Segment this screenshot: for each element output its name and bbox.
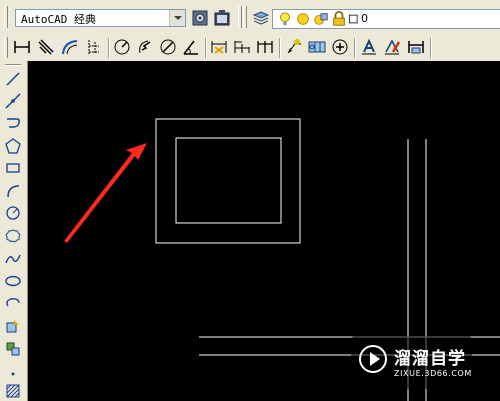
- layer-manager-icon[interactable]: [251, 8, 271, 28]
- ellipse-icon[interactable]: [3, 271, 23, 291]
- toolbar-grip[interactable]: [5, 64, 21, 66]
- continue-dimension-icon[interactable]: [255, 37, 275, 57]
- workspace-settings-icon[interactable]: [190, 8, 210, 28]
- quick-dimension-icon[interactable]: [209, 37, 229, 57]
- toolbar-separator: [205, 38, 207, 58]
- spline-icon[interactable]: [3, 249, 23, 269]
- center-mark-icon[interactable]: [330, 37, 350, 57]
- layer-freeze-sun-icon[interactable]: [295, 10, 311, 28]
- toolbar-separator: [279, 38, 281, 58]
- layer-on-bulb-icon[interactable]: [277, 10, 293, 28]
- tolerance-icon[interactable]: [307, 37, 327, 57]
- toolbar-separator: [430, 38, 432, 58]
- layer-color-icon[interactable]: [347, 10, 361, 28]
- watermark-title: 溜溜自学: [394, 349, 466, 369]
- watermark-url: ZIXUE.3D66.COM: [394, 369, 472, 378]
- layer-dropdown[interactable]: 0: [272, 9, 500, 29]
- workspace-dropdown[interactable]: AutoCAD 经典: [15, 9, 186, 27]
- watermark: 溜溜自学 ZIXUE.3D66.COM: [351, 336, 472, 389]
- jogged-radius-icon[interactable]: [135, 37, 155, 57]
- line-icon[interactable]: [3, 69, 23, 89]
- workspace-value: AutoCAD 经典: [21, 13, 96, 26]
- inner-rectangle[interactable]: [175, 137, 282, 224]
- ordinate-dimension-icon[interactable]: [84, 37, 104, 57]
- dimension-edit-icon[interactable]: [359, 37, 379, 57]
- make-block-icon[interactable]: [3, 339, 23, 359]
- chevron-down-icon[interactable]: [169, 10, 185, 26]
- radius-dimension-icon[interactable]: [112, 37, 132, 57]
- dimension-text-edit-icon[interactable]: [382, 37, 402, 57]
- toolbar-separator: [108, 38, 110, 58]
- toolbar-grip[interactable]: [243, 6, 247, 28]
- draw-toolbar: [0, 61, 28, 401]
- arc-icon[interactable]: [3, 181, 23, 201]
- play-logo-icon: [359, 345, 387, 373]
- diameter-dimension-icon[interactable]: [158, 37, 178, 57]
- toolbar-grip[interactable]: [4, 6, 8, 28]
- polygon-icon[interactable]: [3, 136, 23, 156]
- linear-dimension-icon[interactable]: [12, 37, 32, 57]
- circle-icon[interactable]: [3, 203, 23, 223]
- insert-block-icon[interactable]: [3, 316, 23, 336]
- layer-name: 0: [361, 12, 368, 25]
- toolbar-separator: [354, 38, 356, 58]
- aligned-dimension-icon[interactable]: [36, 37, 56, 57]
- construction-line-icon[interactable]: [3, 91, 23, 111]
- angular-dimension-icon[interactable]: [181, 37, 201, 57]
- ellipse-arc-icon[interactable]: [3, 293, 23, 313]
- toolbar-grip[interactable]: [4, 37, 8, 58]
- hatch-icon[interactable]: [3, 381, 23, 401]
- workspace-toggle-icon[interactable]: [212, 8, 232, 28]
- point-icon[interactable]: [3, 361, 23, 381]
- dimension-toolbar: [0, 34, 500, 90]
- red-pointer-arrow: [64, 143, 147, 243]
- polyline-icon[interactable]: [3, 113, 23, 133]
- workspace-toolbar: AutoCAD 经典 0: [0, 0, 500, 35]
- layer-vp-freeze-icon[interactable]: [313, 10, 329, 28]
- toolbar-grip[interactable]: [238, 6, 242, 28]
- dimension-update-icon[interactable]: [406, 37, 426, 57]
- layer-lock-icon[interactable]: [331, 10, 347, 28]
- quick-leader-icon[interactable]: [284, 37, 304, 57]
- arc-length-icon[interactable]: [60, 37, 80, 57]
- revision-cloud-icon[interactable]: [3, 226, 23, 246]
- rectangle-icon[interactable]: [3, 158, 23, 178]
- baseline-dimension-icon[interactable]: [232, 37, 252, 57]
